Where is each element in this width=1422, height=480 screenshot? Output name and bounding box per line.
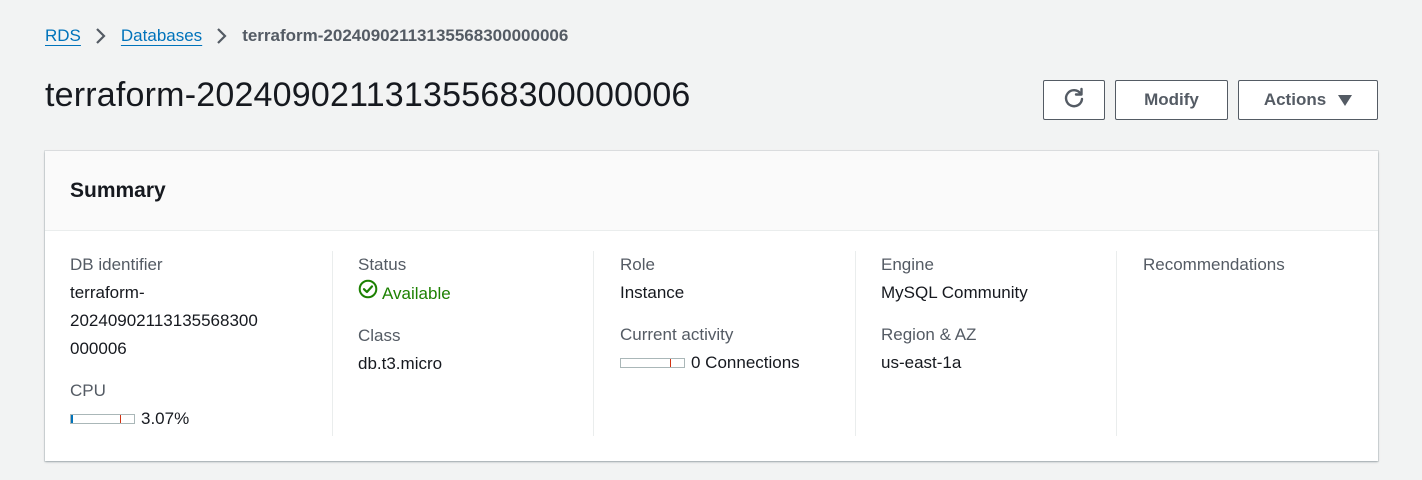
engine-label: Engine: [881, 255, 934, 274]
refresh-button[interactable]: [1043, 80, 1105, 120]
status-label: Status: [358, 255, 407, 274]
breadcrumb-current: terraform-20240902113135568300000006: [242, 26, 569, 45]
check-circle-icon: [358, 279, 378, 308]
summary-header: Summary: [45, 151, 1378, 231]
region-value: us-east-1a: [881, 353, 962, 372]
recommendations-label: Recommendations: [1143, 255, 1285, 274]
summary-column-recommendations: Recommendations: [1116, 251, 1378, 436]
current-activity-label: Current activity: [620, 325, 734, 344]
engine-value: MySQL Community: [881, 283, 1028, 302]
caret-down-icon: [1338, 94, 1353, 106]
db-identifier-line-2: 202409021131355683​00: [70, 311, 258, 330]
cpu-value: 3.07%: [141, 409, 190, 428]
current-activity-value: 0 Connections: [691, 353, 800, 372]
modify-button[interactable]: Modify: [1115, 80, 1228, 120]
class-label: Class: [358, 326, 401, 345]
activity-meter: 0 Connections: [620, 349, 855, 377]
status-value: Available: [358, 279, 593, 308]
actions-label: Actions: [1263, 90, 1327, 109]
activity-bar: [620, 358, 685, 368]
summary-title: Summary: [70, 178, 166, 202]
summary-column-engine: Engine MySQL Community Region & AZ us-ea…: [855, 251, 1116, 436]
summary-panel: Summary DB identifier terraform- 2024090…: [45, 151, 1378, 461]
class-value: db.t3.micro: [358, 354, 443, 373]
breadcrumb: RDS Databases terraform-2024090211313556…: [45, 25, 568, 47]
summary-column-identifier: DB identifier terraform- 202409021131355…: [70, 251, 332, 436]
refresh-icon: [1063, 87, 1085, 114]
cpu-threshold-marker: [120, 415, 121, 423]
chevron-right-icon: [202, 27, 242, 45]
status-text: Available: [382, 283, 451, 303]
db-identifier-line-1: terraform-: [70, 283, 145, 302]
page-title: terraform-20240902113135568300000006: [45, 76, 691, 114]
cpu-meter: 3.07%: [70, 405, 332, 433]
chevron-right-icon: [81, 27, 121, 45]
region-label: Region & AZ: [881, 325, 977, 344]
breadcrumb-link-rds[interactable]: RDS: [45, 26, 81, 46]
db-identifier-label: DB identifier: [70, 255, 163, 274]
role-value: Instance: [620, 283, 685, 302]
actions-dropdown-button[interactable]: Actions: [1238, 80, 1378, 120]
cpu-bar: [70, 414, 135, 424]
summary-columns: DB identifier terraform- 202409021131355…: [45, 251, 1378, 436]
activity-threshold-marker: [670, 359, 671, 367]
cpu-bar-fill: [71, 415, 73, 423]
summary-column-status: Status Available Class db.t3.micro: [332, 251, 593, 436]
cpu-label: CPU: [70, 381, 106, 400]
summary-column-role: Role Instance Current activity 0 Connect…: [593, 251, 855, 436]
role-label: Role: [620, 255, 655, 274]
db-identifier-line-3: 000006: [70, 339, 127, 358]
breadcrumb-link-databases[interactable]: Databases: [121, 26, 202, 46]
